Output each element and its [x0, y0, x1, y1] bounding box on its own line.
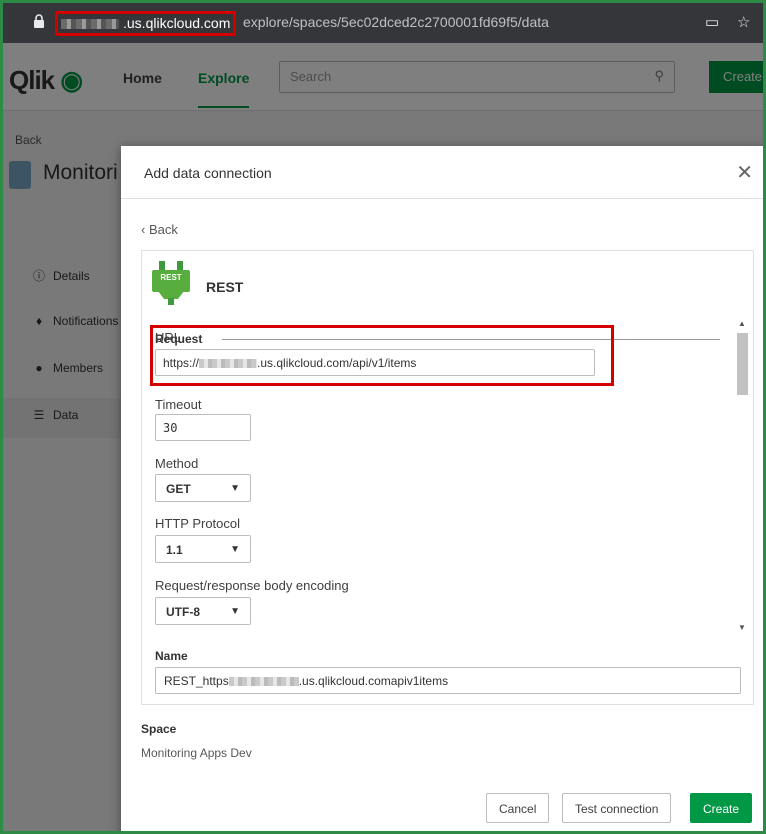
timeout-input[interactable]: 30 — [155, 414, 251, 441]
encoding-label: Request/response body encoding — [155, 578, 349, 593]
caret-down-icon: ▼ — [230, 483, 240, 494]
space-label: Space — [141, 722, 177, 736]
connector-name: REST — [206, 279, 244, 295]
create-button[interactable]: Create — [690, 793, 753, 823]
dialog-footer: Cancel Test connection Create — [121, 787, 763, 831]
url-value-prefix: https:// — [163, 356, 200, 370]
url-host: .us.qlikcloud.com — [123, 15, 231, 31]
caret-down-icon: ▼ — [230, 606, 240, 617]
url-host-highlight: .us.qlikcloud.com — [55, 11, 237, 36]
redacted-text — [61, 19, 119, 30]
test-connection-button[interactable]: Test connection — [562, 793, 672, 823]
connector-settings-scroll-area[interactable]: Request URL https://.us.qlikcloud.com/ap… — [142, 317, 753, 635]
encoding-value: UTF-8 — [166, 605, 200, 619]
redacted-text — [199, 359, 258, 369]
lock-icon — [34, 14, 44, 28]
add-data-connection-dialog: Add data connection ✕ ‹ Back REST REST R… — [121, 146, 763, 831]
name-value-suffix: .us.qlikcloud.comapiv1items — [298, 674, 449, 688]
encoding-select[interactable]: UTF-8 ▼ — [155, 597, 251, 625]
redacted-text — [228, 677, 299, 687]
space-value: Monitoring Apps Dev — [141, 746, 252, 760]
scrollbar-thumb[interactable] — [737, 333, 748, 395]
scroll-up-icon[interactable]: ▲ — [738, 319, 746, 328]
screen: .us.qlikcloud.com explore/spaces/5ec02dc… — [0, 0, 766, 834]
url-path: explore/spaces/5ec02dced2c2700001fd69f5/… — [243, 14, 549, 30]
name-label: Name — [155, 649, 188, 663]
chevron-left-icon: ‹ — [141, 222, 146, 237]
method-label: Method — [155, 456, 199, 471]
method-value: GET — [166, 482, 191, 496]
url-input[interactable]: https:// .us.qlikcloud.com/api/v1/items — [155, 349, 595, 376]
back-label: Back — [148, 222, 178, 237]
connection-name-input[interactable]: REST_https .us.qlikcloud.comapiv1items — [155, 667, 741, 694]
name-value-prefix: REST_https — [164, 674, 229, 688]
url-label: URL — [155, 330, 182, 345]
dialog-title: Add data connection — [144, 165, 272, 181]
timeout-label: Timeout — [155, 397, 202, 412]
close-icon[interactable]: ✕ — [736, 160, 753, 185]
http-protocol-value: 1.1 — [166, 543, 183, 557]
cast-icon[interactable]: ▭ — [705, 13, 719, 31]
method-select[interactable]: GET ▼ — [155, 474, 251, 502]
connector-card: REST REST Request URL https://.us.qlikcl… — [141, 250, 754, 705]
star-icon[interactable]: ☆ — [737, 13, 750, 31]
rest-badge-text: REST — [160, 273, 181, 282]
caret-down-icon: ▼ — [230, 544, 240, 555]
dialog-back-button[interactable]: ‹ Back — [141, 222, 178, 237]
url-value-suffix: .us.qlikcloud.com/api/v1/items — [257, 356, 417, 370]
scroll-down-icon[interactable]: ▼ — [738, 623, 746, 632]
http-protocol-select[interactable]: 1.1 ▼ — [155, 535, 251, 563]
scrollbar[interactable]: ▲ ▼ — [735, 317, 749, 635]
http-protocol-label: HTTP Protocol — [155, 516, 241, 531]
cancel-button[interactable]: Cancel — [486, 793, 550, 823]
rest-plug-icon: REST — [152, 261, 190, 305]
dialog-header: Add data connection ✕ — [121, 146, 763, 199]
browser-address-bar[interactable]: .us.qlikcloud.com explore/spaces/5ec02dc… — [3, 3, 763, 43]
